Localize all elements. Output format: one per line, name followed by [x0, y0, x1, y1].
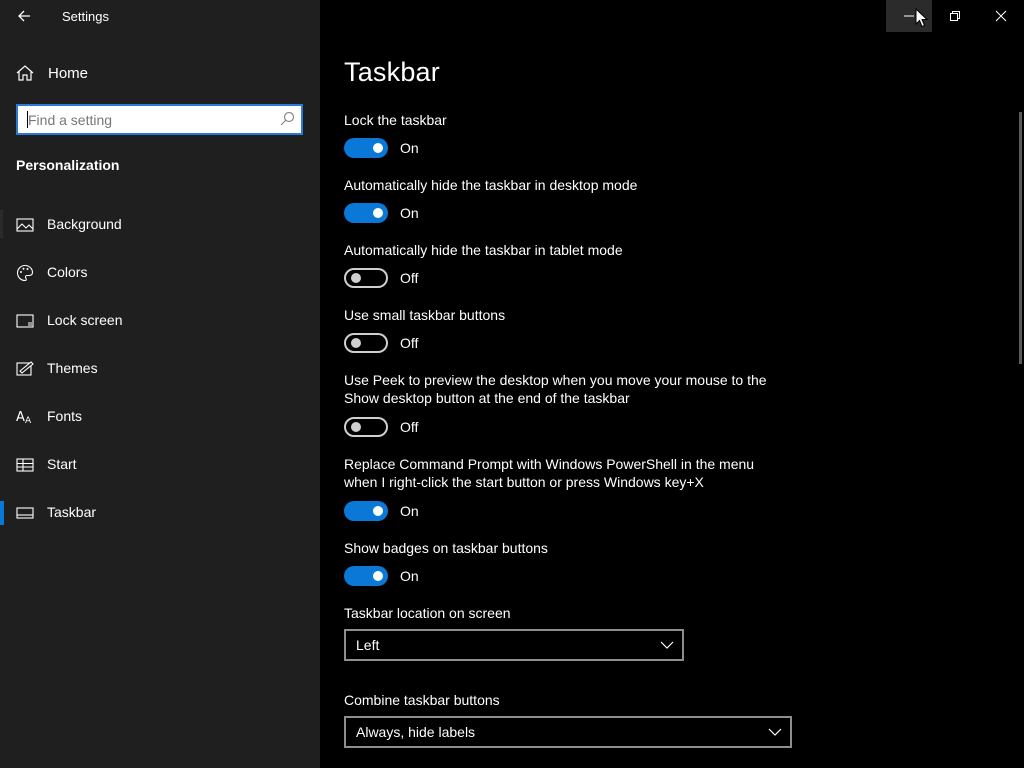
sidebar: Settings Home Find a setting Personaliza… — [0, 0, 320, 768]
page-title: Taskbar — [344, 57, 440, 87]
fonts-icon: A A — [16, 410, 32, 426]
autohide-desktop-toggle[interactable] — [344, 203, 388, 223]
sidebar-item-taskbar[interactable]: Taskbar — [0, 493, 320, 533]
setting-title: Automatically hide the taskbar in tablet… — [344, 242, 623, 258]
sidebar-item-lock-screen[interactable]: Lock screen — [0, 301, 320, 341]
mouse-cursor-icon — [915, 8, 928, 28]
setting-powershell: Replace Command Prompt with Windows Powe… — [344, 455, 804, 521]
setting-title-line1: Replace Command Prompt with Windows Powe… — [344, 456, 755, 472]
setting-lock-taskbar: Lock the taskbar On — [344, 111, 804, 158]
search-input[interactable]: Find a setting — [16, 104, 303, 135]
setting-title: Show badges on taskbar buttons — [344, 540, 548, 556]
setting-peek: Use Peek to preview the desktop when you… — [344, 371, 804, 437]
themes-icon — [16, 361, 34, 376]
toggle-knob — [373, 506, 383, 516]
setting-autohide-desktop: Automatically hide the taskbar in deskto… — [344, 176, 804, 223]
svg-text:A: A — [16, 410, 25, 425]
dropdown-value: Always, hide labels — [356, 724, 476, 740]
start-icon — [16, 458, 34, 472]
setting-title: Automatically hide the taskbar in deskto… — [344, 177, 638, 193]
restore-icon — [950, 11, 960, 21]
small-buttons-toggle[interactable] — [344, 333, 388, 353]
sidebar-item-label: Background — [47, 216, 122, 232]
sidebar-item-label: Start — [47, 456, 77, 472]
toggle-knob — [373, 208, 383, 218]
home-icon — [16, 65, 34, 81]
lock-screen-icon — [16, 314, 34, 328]
toggle-state: Off — [400, 270, 419, 286]
sidebar-item-themes[interactable]: Themes — [0, 349, 320, 389]
dropdown-value: Left — [356, 637, 380, 653]
sidebar-item-start[interactable]: Start — [0, 445, 320, 485]
toggle-state: Off — [400, 335, 419, 351]
autohide-tablet-toggle[interactable] — [344, 268, 388, 288]
title-bar: Settings — [0, 0, 320, 32]
toggle-knob — [373, 143, 383, 153]
home-nav-item[interactable]: Home — [0, 58, 320, 88]
setting-title-line1: Use Peek to preview the desktop when you… — [344, 372, 767, 388]
location-dropdown[interactable]: Left — [344, 629, 684, 661]
chevron-down-icon — [660, 641, 674, 649]
toggle-knob — [351, 273, 361, 283]
toggle-knob — [373, 571, 383, 581]
setting-title-line2: Show desktop button at the end of the ta… — [344, 390, 630, 406]
combine-dropdown[interactable]: Always, hide labels — [344, 716, 792, 748]
svg-text:A: A — [25, 416, 32, 426]
setting-title-line2: when I right-click the start button or p… — [344, 474, 704, 490]
toggle-row: Off — [344, 267, 418, 289]
toggle-knob — [351, 422, 361, 432]
window-controls — [886, 0, 1024, 32]
setting-combine: Combine taskbar buttons — [344, 691, 804, 709]
chevron-down-icon — [768, 728, 782, 736]
image-icon — [16, 218, 34, 232]
toggle-state: On — [400, 140, 419, 156]
sidebar-item-background[interactable]: Background — [0, 205, 320, 245]
toggle-knob — [351, 338, 361, 348]
palette-icon — [17, 264, 34, 282]
close-icon — [995, 10, 1007, 22]
toggle-state: Off — [400, 419, 419, 435]
toggle-row: On — [344, 137, 419, 159]
setting-badges: Show badges on taskbar buttons On — [344, 539, 804, 586]
sidebar-item-label: Themes — [47, 360, 98, 376]
toggle-row: Off — [344, 416, 418, 438]
search-icon — [280, 111, 295, 126]
powershell-toggle[interactable] — [344, 501, 388, 521]
scrollbar[interactable] — [1019, 112, 1022, 364]
lock-taskbar-toggle[interactable] — [344, 138, 388, 158]
back-arrow-icon — [18, 10, 30, 22]
sidebar-item-label: Fonts — [47, 408, 83, 424]
toggle-row: On — [344, 565, 419, 587]
badges-toggle[interactable] — [344, 566, 388, 586]
setting-title: Combine taskbar buttons — [344, 692, 500, 708]
close-button[interactable] — [978, 0, 1024, 32]
toggle-row: On — [344, 202, 419, 224]
setting-small-buttons: Use small taskbar buttons Off — [344, 306, 804, 353]
setting-title: Taskbar location on screen — [344, 605, 511, 621]
setting-title: Use small taskbar buttons — [344, 307, 506, 323]
sidebar-item-label: Lock screen — [47, 312, 123, 328]
toggle-row: On — [344, 500, 419, 522]
section-heading: Personalization — [16, 157, 120, 173]
home-label: Home — [48, 65, 89, 82]
setting-autohide-tablet: Automatically hide the taskbar in tablet… — [344, 241, 804, 288]
search-placeholder: Find a setting — [28, 112, 113, 128]
toggle-state: On — [400, 568, 419, 584]
sidebar-item-label: Taskbar — [47, 504, 97, 520]
toggle-state: On — [400, 503, 419, 519]
restore-button[interactable] — [932, 0, 978, 32]
peek-toggle[interactable] — [344, 417, 388, 437]
sidebar-item-label: Colors — [47, 264, 88, 280]
minimize-icon — [904, 15, 914, 17]
toggle-state: On — [400, 205, 419, 221]
sidebar-item-fonts[interactable]: A A Fonts — [0, 397, 320, 437]
toggle-row: Off — [344, 332, 418, 354]
main-panel: Taskbar Lock the taskbar On Automaticall… — [320, 0, 1024, 768]
taskbar-icon — [16, 507, 34, 519]
setting-title: Lock the taskbar — [344, 112, 447, 128]
back-button[interactable] — [8, 0, 40, 32]
setting-location: Taskbar location on screen — [344, 604, 804, 622]
app-title: Settings — [62, 9, 109, 24]
sidebar-item-colors[interactable]: Colors — [0, 253, 320, 293]
